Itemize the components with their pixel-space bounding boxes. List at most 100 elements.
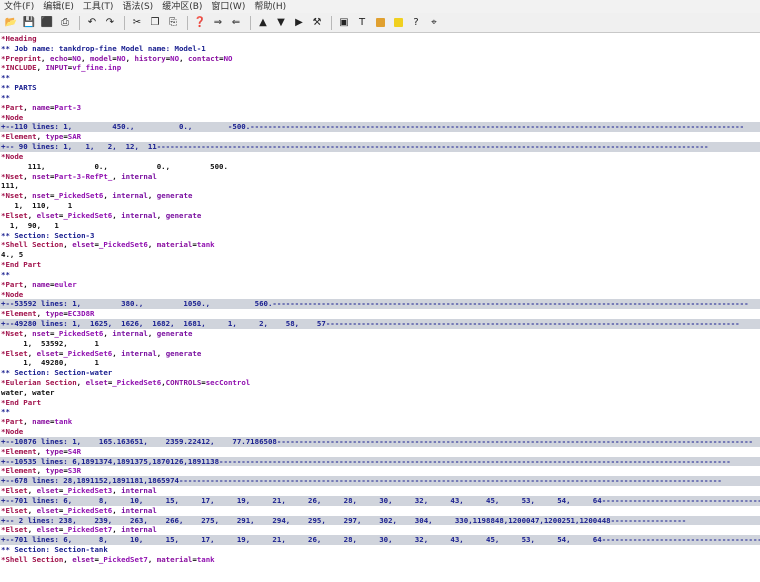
code-token: , [103,328,113,338]
code-token: elset [36,525,59,535]
find-help-icon[interactable]: ⌖ [426,15,442,31]
code-token: *Part [1,279,24,289]
code-token: 1, 90, 1 [1,220,59,230]
load-session-icon[interactable]: ▲ [255,15,271,31]
find-replace-icon[interactable]: ❓ [192,15,208,31]
toolbar-separator [187,15,188,30]
code-token: *End Part [1,260,42,270]
code-line: ** Section: Section-tank [0,545,760,555]
fold-text[interactable]: +--701 lines: 6, 8, 10, 15, 17, 19, 21, … [1,496,760,505]
code-token: contact [187,53,220,63]
code-token: *Nset [1,171,24,181]
text-editor[interactable]: *Heading ** Job name: tankdrop-fine Model… [0,34,760,582]
fold-text[interactable]: +--701 lines: 6, 8, 10, 15, 17, 19, 21, … [1,535,760,544]
open-icon[interactable]: 📂 [3,15,19,31]
code-token: , [112,171,122,181]
save-icon[interactable]: 💾 [21,15,37,31]
save-session-icon[interactable]: ▼ [273,15,289,31]
code-token: ** Section: Section-tank [1,545,108,555]
fold-text[interactable]: +-- 2 lines: 238, 239, 263, 266, 275, 29… [1,516,686,525]
fold-text[interactable]: +--10876 lines: 1, 165.163651, 2359.2241… [1,437,753,446]
code-token: , [36,63,46,73]
tags-icon[interactable]: T [354,15,370,31]
fold-text[interactable]: +--53592 lines: 1, 380., 1050., 560.----… [1,299,749,308]
code-token: type [45,132,64,142]
code-token: , [179,53,188,63]
undo-icon[interactable]: ↶ [84,15,100,31]
fold-text[interactable]: +--49280 lines: 1, 1625, 1626, 1682, 168… [1,319,740,328]
code-token: ** [1,269,10,279]
code-token: *Element [1,466,37,476]
color-button-1[interactable] [390,15,406,31]
code-token: _PickedSet6 [63,505,113,515]
code-token: elset [36,348,59,358]
find-prev-icon[interactable]: ⇐ [228,15,244,31]
run-script-icon[interactable]: ▶ [291,15,307,31]
code-token: , [41,53,50,63]
fold-text[interactable]: +-- 90 lines: 1, 1, 2, 12, 11-----------… [1,142,708,151]
code-token: elset [36,505,59,515]
code-token: *Node [1,151,24,161]
menu-item-0[interactable]: 文件(F) [4,1,34,13]
code-token: material [156,240,193,250]
code-token: type [45,446,64,456]
code-token: CONTROLS [165,377,202,387]
code-token: *INCLUDE [1,63,37,73]
redo-icon[interactable]: ↷ [102,15,118,31]
code-token: generate [156,191,193,201]
color-button-0[interactable] [372,15,388,31]
menu-item-4[interactable]: 缓冲区(B) [162,1,202,13]
cut-icon[interactable]: ✂ [129,15,145,31]
code-token: , [36,132,46,142]
code-token: , [103,191,113,201]
toolbar-separator [250,15,251,30]
code-token: *Part [1,102,24,112]
code-token: *Elset [1,525,28,535]
shell-icon[interactable]: ▣ [336,15,352,31]
menu-item-5[interactable]: 窗口(W) [211,1,245,13]
code-token: *Preprint [1,53,42,63]
code-token: , [112,348,122,358]
code-token: generate [156,328,193,338]
code-token: secControl [205,377,251,387]
code-line: *Nset, nset=_PickedSet6, internal, gener… [0,191,760,201]
print-icon[interactable]: ⎙ [57,15,73,31]
menu-item-6[interactable]: 帮助(H) [254,1,286,13]
help-icon[interactable]: ? [408,15,424,31]
code-line: *Elset, elset=_PickedSet6, internal, gen… [0,349,760,359]
code-token: 1, 110, 1 [1,201,73,211]
fold-line: +-- 90 lines: 1, 1, 2, 12, 11-----------… [0,142,760,152]
code-token: Part-3 [54,102,82,112]
code-line: *Part, name=tank [0,417,760,427]
code-token: *Element [1,446,37,456]
code-token: *Node [1,427,24,437]
fold-text[interactable]: +--10535 lines: 6,1891374,1891375,187012… [1,457,731,466]
code-token: 111, [1,181,19,191]
code-line: 1, 53592, 1 [0,339,760,349]
toolbar: 📂 💾 ⬛ ⎙ ↶ ↷ ✂ ❐ ⎘ ❓ ⇒ ⇐ ▲ ▼ ▶ ⚒ ▣ T? ⌖ [0,13,760,33]
menu-item-2[interactable]: 工具(T) [83,1,114,13]
menu-item-1[interactable]: 编辑(E) [43,1,74,13]
code-line: ** Section: Section-water [0,368,760,378]
copy-icon[interactable]: ❐ [147,15,163,31]
fold-text[interactable]: +--110 lines: 1, 450., 0., -500.--------… [1,122,744,131]
code-token: *Shell Section [1,240,64,250]
toolbar-separator [331,15,332,30]
code-token: , [81,53,91,63]
code-token: INPUT [45,63,68,73]
code-token: type [45,466,64,476]
make-icon[interactable]: ⚒ [309,15,325,31]
code-token: *Nset [1,191,24,201]
fold-line: +--701 lines: 6, 8, 10, 15, 17, 19, 21, … [0,535,760,546]
code-token: water, water [1,387,55,397]
code-token: tank [196,240,215,250]
find-next-icon[interactable]: ⇒ [210,15,226,31]
fold-text[interactable]: +--678 lines: 28,1891152,1891181,1865974… [1,476,722,485]
menu-item-3[interactable]: 语法(S) [122,1,153,13]
save-all-icon[interactable]: ⬛ [39,15,55,31]
code-token: S3R [67,466,82,476]
paste-icon[interactable]: ⎘ [165,15,181,31]
code-line: *End Part [0,260,760,270]
color-swatch [393,18,403,27]
code-token: name [32,417,50,427]
